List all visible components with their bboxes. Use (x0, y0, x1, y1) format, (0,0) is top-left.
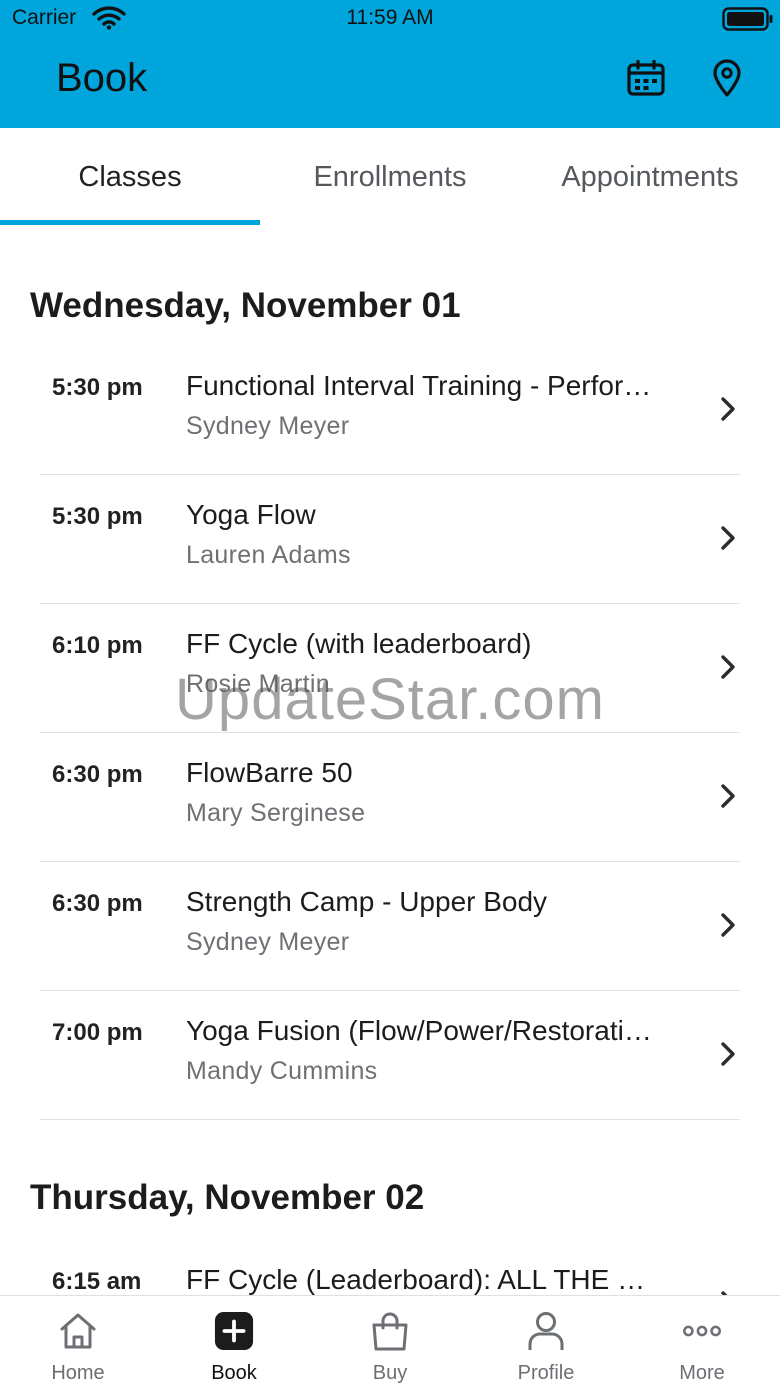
app-header: Carrier 11:59 AM Book (0, 0, 780, 128)
chevron-right-icon (718, 396, 738, 422)
tabbar-buy[interactable]: Buy (312, 1296, 468, 1387)
class-time: 6:15 am (52, 1268, 142, 1295)
class-time: 5:30 pm (52, 374, 143, 401)
class-instructor: Mary Serginese (186, 799, 366, 827)
tabbar-profile[interactable]: Profile (468, 1296, 624, 1387)
class-name: FF Cycle (Leaderboard): ALL THE … (186, 1264, 646, 1295)
location-button[interactable] (705, 58, 749, 102)
tabbar-book[interactable]: Book (156, 1296, 312, 1387)
class-row[interactable]: 6:10 pm FF Cycle (with leaderboard) Rosi… (40, 604, 740, 733)
chevron-right-icon (718, 912, 738, 938)
class-time: 6:10 pm (52, 632, 143, 659)
class-row[interactable]: 6:30 pm Strength Camp - Upper Body Sydne… (40, 862, 740, 991)
chevron-right-icon (718, 1041, 738, 1067)
class-row[interactable]: 7:00 pm Yoga Fusion (Flow/Power/Restorat… (40, 991, 740, 1120)
location-pin-icon (712, 58, 742, 102)
segment-tabs: Classes Enrollments Appointments (0, 128, 780, 226)
class-name: FlowBarre 50 (186, 757, 353, 788)
day-heading: Wednesday, November 01 (30, 286, 461, 325)
more-dots-icon (682, 1310, 722, 1352)
status-bar: Carrier 11:59 AM (0, 0, 780, 40)
chevron-right-icon (718, 654, 738, 680)
bottom-tab-bar: Home Book Buy Profile More (0, 1295, 780, 1387)
page-title: Book (56, 56, 148, 100)
tabbar-more[interactable]: More (624, 1296, 780, 1387)
chevron-right-icon (718, 783, 738, 809)
home-icon (58, 1310, 98, 1352)
class-instructor: Lauren Adams (186, 541, 351, 569)
tabbar-label: Buy (372, 1362, 408, 1384)
tabbar-label: Home (51, 1362, 105, 1384)
battery-icon (722, 7, 774, 36)
class-instructor: Mandy Cummins (186, 1057, 378, 1085)
plus-square-icon (214, 1310, 254, 1352)
class-name: Functional Interval Training - Perfor… (186, 370, 652, 401)
class-instructor: Sydney Meyer (186, 928, 350, 956)
status-time: 11:59 AM (346, 6, 434, 29)
chevron-right-icon (718, 525, 738, 551)
class-time: 7:00 pm (52, 1019, 143, 1046)
class-name: Yoga Fusion (Flow/Power/Restorati… (186, 1015, 652, 1046)
class-name: Strength Camp - Upper Body (186, 886, 548, 917)
tab-classes[interactable]: Classes (0, 128, 260, 226)
tab-enrollments[interactable]: Enrollments (260, 128, 520, 226)
tabbar-home[interactable]: Home (0, 1296, 156, 1387)
shopping-bag-icon (370, 1310, 410, 1352)
class-row[interactable]: 5:30 pm Functional Interval Training - P… (40, 346, 740, 475)
tabbar-label: Book (211, 1362, 257, 1384)
tabbar-label: More (679, 1362, 725, 1384)
class-instructor: Rosie Martin (186, 670, 330, 698)
person-icon (526, 1310, 566, 1352)
class-name: Yoga Flow (186, 499, 316, 530)
class-row[interactable]: 5:30 pm Yoga Flow Lauren Adams (40, 475, 740, 604)
class-time: 5:30 pm (52, 503, 143, 530)
tabbar-label: Profile (517, 1362, 575, 1384)
calendar-button[interactable] (624, 58, 668, 102)
tab-appointments[interactable]: Appointments (520, 128, 780, 226)
class-instructor: Sydney Meyer (186, 412, 350, 440)
active-tab-indicator (0, 220, 260, 225)
class-row[interactable]: 6:30 pm FlowBarre 50 Mary Serginese (40, 733, 740, 862)
class-name: FF Cycle (with leaderboard) (186, 628, 532, 659)
class-time: 6:30 pm (52, 761, 143, 788)
class-time: 6:30 pm (52, 890, 143, 917)
day-heading: Thursday, November 02 (30, 1178, 425, 1217)
calendar-icon (627, 58, 665, 101)
